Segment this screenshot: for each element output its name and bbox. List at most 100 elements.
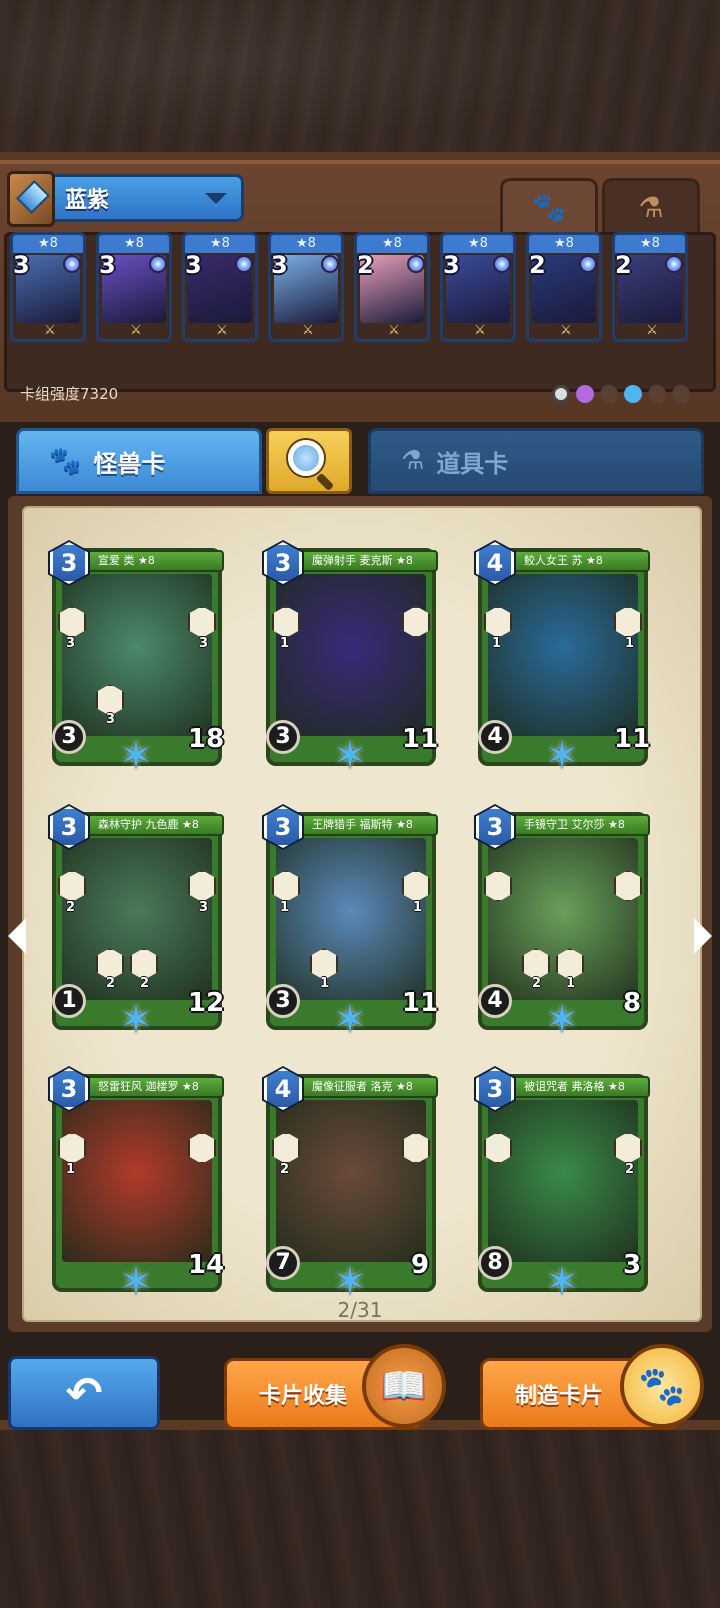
prev-page-arrow-icon[interactable]: [8, 918, 26, 954]
card-attack: 3: [266, 720, 300, 754]
monster-card[interactable]: 森林守护 九色鹿 ★8 3 2 3 2 2 1 12 ✶: [48, 804, 225, 1040]
tab-item-label: 道具卡: [436, 449, 509, 478]
monster-card[interactable]: 宣爱 类 ★8 3 3 3 3 3 18 ✶: [48, 540, 225, 776]
card-name: 怒雷狂风 迦楼罗 ★8: [78, 1076, 224, 1098]
deck-card-cost: 2: [529, 251, 546, 279]
paw-icon: 🐾: [531, 191, 567, 224]
back-button[interactable]: ↶: [8, 1356, 160, 1430]
card-collection-label: 卡片收集: [259, 1384, 348, 1409]
deck-card[interactable]: ★8 2 ⚔: [354, 232, 430, 342]
paw-potion-icon[interactable]: 🐾: [620, 1344, 704, 1428]
card-health: 18: [188, 724, 225, 754]
weapon-icon: ⚔: [474, 323, 486, 338]
skill-level: 2: [532, 976, 542, 991]
card-name: 手镜守卫 艾尔莎 ★8: [504, 814, 650, 836]
deck-card-cost: 2: [615, 251, 632, 279]
ability-level: 3: [198, 636, 208, 651]
ability-level: 3: [198, 900, 208, 915]
card-name: 魔像征服者 洛克 ★8: [292, 1076, 438, 1098]
search-icon: [288, 440, 324, 476]
flask-icon: ⚗: [401, 446, 425, 476]
monster-card[interactable]: 魔弹射手 麦克斯 ★8 3 1 3 11 ✶: [262, 540, 439, 776]
gem-icon: [579, 255, 597, 273]
search-button[interactable]: [266, 428, 352, 494]
deck-selector[interactable]: 蓝紫: [7, 171, 244, 227]
element-water-icon: [624, 385, 642, 403]
monster-card[interactable]: 魔像征服者 洛克 ★84279✶: [262, 1066, 439, 1302]
card-name: 被诅咒者 弗洛格 ★8: [504, 1076, 650, 1098]
skill-level: 1: [566, 976, 576, 991]
card-art: [488, 574, 638, 736]
card-art: [276, 574, 426, 736]
next-page-arrow-icon[interactable]: [694, 918, 712, 954]
deck-card-cost: 3: [13, 251, 30, 279]
star-rank-icon: ✶: [333, 997, 367, 1043]
monster-card[interactable]: 鲛人女王 苏 ★8 4 1 1 4 11 ✶: [474, 540, 650, 776]
deck-card-cost: 2: [357, 251, 374, 279]
weapon-icon: ⚔: [646, 323, 658, 338]
star-rank-icon: ✶: [545, 997, 579, 1043]
card-attack: 7: [266, 1246, 300, 1280]
card-attack: 8: [478, 1246, 512, 1280]
card-album-icon[interactable]: 📖: [362, 1344, 446, 1428]
star-rank-icon: ✶: [545, 1259, 579, 1305]
weapon-icon: ⚔: [388, 323, 400, 338]
card-art: [276, 1100, 426, 1262]
deck-card[interactable]: ★8 2 ⚔: [526, 232, 602, 342]
deck-strength: 卡组强度7320: [20, 385, 119, 403]
back-arrow-icon: ↶: [65, 1367, 103, 1419]
deck-card[interactable]: ★8 3 ⚔: [10, 232, 86, 342]
star-rank-icon: ✶: [119, 997, 153, 1043]
tab-item-cards[interactable]: ⚗ 道具卡: [368, 428, 704, 494]
tab-monster-cards[interactable]: 🐾 怪兽卡: [16, 428, 262, 494]
skill-level: 1: [320, 976, 330, 991]
deck-card-cost: 3: [443, 251, 460, 279]
deck-card-cost: 3: [271, 251, 288, 279]
tab-item-deck[interactable]: ⚗: [602, 178, 700, 234]
weapon-icon: ⚔: [216, 323, 228, 338]
monster-card[interactable]: 被诅咒者 弗洛格 ★83283✶: [474, 1066, 651, 1302]
card-name: 魔弹射手 麦克斯 ★8: [292, 550, 438, 572]
ability-level: 3: [66, 636, 76, 651]
weapon-icon: ⚔: [130, 323, 142, 338]
weapon-icon: ⚔: [560, 323, 572, 338]
gem-icon: [321, 255, 339, 273]
deck-card[interactable]: ★8 3 ⚔: [96, 232, 172, 342]
monster-card[interactable]: 怒雷狂风 迦楼罗 ★8 3 1 14 ✶: [48, 1066, 225, 1302]
gem-icon: [149, 255, 167, 273]
chevron-down-icon: [205, 193, 227, 204]
deck-card[interactable]: ★8 3 ⚔: [268, 232, 344, 342]
card-art: [62, 1100, 212, 1262]
star-rank-icon: ✶: [119, 733, 153, 779]
weapon-icon: ⚔: [44, 323, 56, 338]
deck-card[interactable]: ★8 2 ⚔: [612, 232, 688, 342]
deck-element-icons: [552, 385, 690, 403]
element-fist-icon: [600, 385, 618, 403]
tab-monster-deck[interactable]: 🐾: [500, 178, 598, 234]
card-health: 8: [610, 978, 651, 1020]
ability-level: 1: [624, 636, 634, 651]
card-health: 9: [398, 1240, 439, 1282]
card-health: 3: [610, 1240, 651, 1282]
ability-level: 1: [280, 636, 290, 651]
star-rank-icon: ✶: [333, 733, 367, 779]
ability-level: 2: [280, 1162, 290, 1177]
card-health: 14: [188, 1250, 225, 1280]
flask-icon: ⚗: [638, 191, 664, 224]
monster-card[interactable]: 王牌猎手 福斯特 ★8 3 1 1 1 3 11 ✶: [262, 804, 439, 1040]
deck-card[interactable]: ★8 3 ⚔: [182, 232, 258, 342]
deck-book-icon: [7, 171, 55, 227]
card-name: 鲛人女王 苏 ★8: [504, 550, 650, 572]
card-name: 王牌猎手 福斯特 ★8: [292, 814, 438, 836]
element-purple-icon: [576, 385, 594, 403]
card-name: 森林守护 九色鹿 ★8: [78, 814, 224, 836]
gem-icon: [493, 255, 511, 273]
card-health: 11: [402, 724, 439, 754]
card-health: 12: [188, 988, 225, 1018]
ability-level: 1: [412, 900, 422, 915]
card-health: 11: [402, 988, 439, 1018]
deck-card[interactable]: ★8 3 ⚔: [440, 232, 516, 342]
card-art: [488, 1100, 638, 1262]
element-wing-icon: [648, 385, 666, 403]
monster-card[interactable]: 手镜守卫 艾尔莎 ★832148✶: [474, 804, 651, 1040]
